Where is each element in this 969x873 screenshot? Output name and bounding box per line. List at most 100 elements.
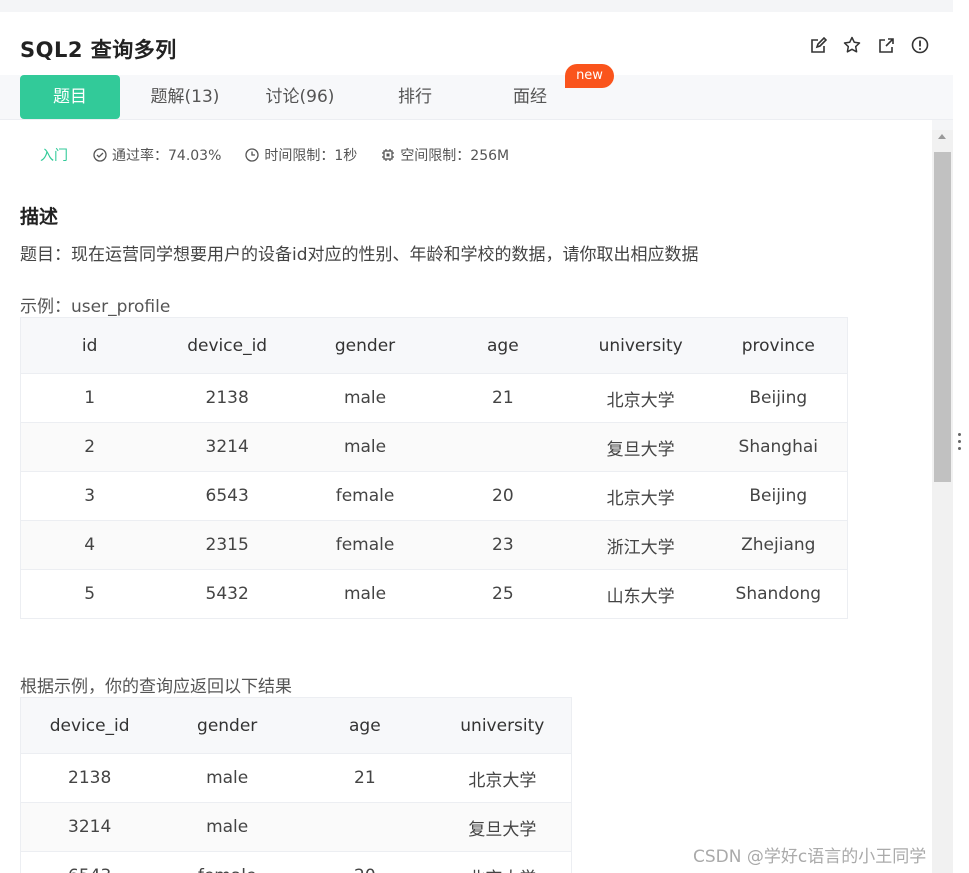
- table-cell: 3: [20, 471, 159, 521]
- column-header: province: [709, 317, 848, 374]
- table-cell: 20: [433, 471, 572, 521]
- space-limit-text: 空间限制：256M: [400, 148, 510, 164]
- table-cell: 2315: [158, 520, 297, 570]
- table-cell: male: [296, 422, 434, 472]
- table-cell: Shanghai: [709, 422, 848, 472]
- clock-icon: [245, 148, 260, 162]
- table-row: 4 2315 female 23 浙江大学 Zhejiang: [20, 520, 848, 570]
- table-row: 3214 male 复旦大学: [20, 802, 572, 852]
- problem-meta: 入门 通过率：74.03% 时间限制：1秒 空间限制：256M: [40, 145, 533, 165]
- table-cell: 2138: [20, 753, 159, 803]
- table-cell: 6543: [158, 471, 297, 521]
- table-row: 1 2138 male 21 北京大学 Beijing: [20, 373, 848, 423]
- page-title: SQL2 查询多列: [20, 38, 177, 62]
- column-header: age: [296, 697, 434, 754]
- header-actions: [809, 36, 929, 54]
- chip-icon: [382, 149, 395, 161]
- time-limit-text: 时间限制：1秒: [264, 148, 358, 164]
- check-circle-icon: [93, 148, 107, 162]
- table-cell: Beijing: [709, 373, 848, 423]
- table-cell: female: [158, 851, 297, 873]
- table-row: 2 3214 male 复旦大学 Shanghai: [20, 422, 848, 472]
- table-row: 5 5432 male 25 山东大学 Shandong: [20, 569, 848, 619]
- description-heading: 描述: [20, 206, 59, 228]
- column-header: device_id: [158, 317, 297, 374]
- panel-resizer: [953, 0, 969, 873]
- new-badge: new: [565, 64, 614, 88]
- edit-icon[interactable]: [809, 36, 827, 54]
- table-cell: 1: [20, 373, 159, 423]
- description-text: 题目：现在运营同学想要用户的设备id对应的性别、年龄和学校的数据，请你取出相应数…: [20, 245, 699, 265]
- example-table: id device_id gender age university provi…: [20, 317, 848, 619]
- watermark: CSDN @学好c语言的小王同学: [693, 847, 927, 867]
- table-row: 2138 male 21 北京大学: [20, 753, 572, 803]
- column-header: gender: [158, 697, 297, 754]
- table-cell: 20: [296, 851, 434, 873]
- table-cell: male: [158, 802, 297, 852]
- table-cell: 山东大学: [571, 569, 710, 619]
- table-cell: 复旦大学: [433, 802, 572, 852]
- column-header: id: [20, 317, 159, 374]
- column-header: device_id: [20, 697, 159, 754]
- time-limit: 时间限制：1秒: [245, 145, 357, 165]
- table-cell: 21: [296, 753, 434, 803]
- difficulty-badge: 入门: [40, 148, 68, 164]
- table-cell: [433, 422, 572, 472]
- tab-problem[interactable]: 题目: [20, 75, 120, 119]
- tab-ranking[interactable]: 排行: [365, 75, 465, 119]
- pass-rate-text: 通过率：74.03%: [112, 148, 222, 164]
- scrollbar-thumb[interactable]: [934, 152, 951, 482]
- table-cell: 浙江大学: [571, 520, 710, 570]
- table-cell: female: [296, 471, 434, 521]
- scroll-up-arrow-icon[interactable]: [938, 134, 946, 139]
- table-cell: 21: [433, 373, 572, 423]
- table-cell: male: [158, 753, 297, 803]
- table-cell: 3214: [158, 422, 297, 472]
- problem-header: SQL2 查询多列: [0, 12, 953, 75]
- table-cell: 4: [20, 520, 159, 570]
- column-header: university: [433, 697, 572, 754]
- table-cell: 2: [20, 422, 159, 472]
- report-icon[interactable]: [911, 36, 929, 54]
- column-header: age: [433, 317, 572, 374]
- vertical-scrollbar[interactable]: [932, 130, 953, 873]
- table-cell: 3214: [20, 802, 159, 852]
- table-cell: Zhejiang: [709, 520, 848, 570]
- problem-tabs: 题目 题解(13) 讨论(96) 排行 面经: [0, 75, 953, 120]
- table-header-row: device_id gender age university: [20, 697, 572, 754]
- table-cell: 北京大学: [571, 471, 710, 521]
- result-label: 根据示例，你的查询应返回以下结果: [20, 677, 292, 697]
- table-cell: [296, 802, 434, 852]
- tab-solutions[interactable]: 题解(13): [135, 75, 235, 119]
- table-row: 3 6543 female 20 北京大学 Beijing: [20, 471, 848, 521]
- result-table: device_id gender age university 2138 mal…: [20, 697, 572, 873]
- column-header: university: [571, 317, 710, 374]
- resize-handle-icon[interactable]: [958, 433, 961, 450]
- table-cell: 复旦大学: [571, 422, 710, 472]
- table-row: 6543 female 20 北京大学: [20, 851, 572, 873]
- table-cell: female: [296, 520, 434, 570]
- page: SQL2 查询多列 题目 题解(13) 讨论(96) 排行 面经 new 入门: [0, 0, 969, 873]
- table-cell: 5432: [158, 569, 297, 619]
- table-cell: 2138: [158, 373, 297, 423]
- table-cell: 北京大学: [571, 373, 710, 423]
- table-cell: 北京大学: [433, 851, 572, 873]
- table-cell: 5: [20, 569, 159, 619]
- pass-rate: 通过率：74.03%: [93, 145, 221, 165]
- tab-discussion[interactable]: 讨论(96): [250, 75, 350, 119]
- table-cell: 北京大学: [433, 753, 572, 803]
- example-label: 示例：user_profile: [20, 297, 171, 317]
- problem-content: 入门 通过率：74.03% 时间限制：1秒 空间限制：256M 描述 题目：现在…: [0, 120, 932, 873]
- table-cell: 6543: [20, 851, 159, 873]
- table-cell: 25: [433, 569, 572, 619]
- table-cell: Shandong: [709, 569, 848, 619]
- star-icon[interactable]: [843, 36, 861, 54]
- table-cell: 23: [433, 520, 572, 570]
- table-cell: male: [296, 373, 434, 423]
- table-cell: Beijing: [709, 471, 848, 521]
- share-icon[interactable]: [877, 36, 895, 54]
- space-limit: 空间限制：256M: [381, 145, 509, 165]
- table-cell: male: [296, 569, 434, 619]
- table-header-row: id device_id gender age university provi…: [20, 317, 848, 374]
- column-header: gender: [296, 317, 434, 374]
